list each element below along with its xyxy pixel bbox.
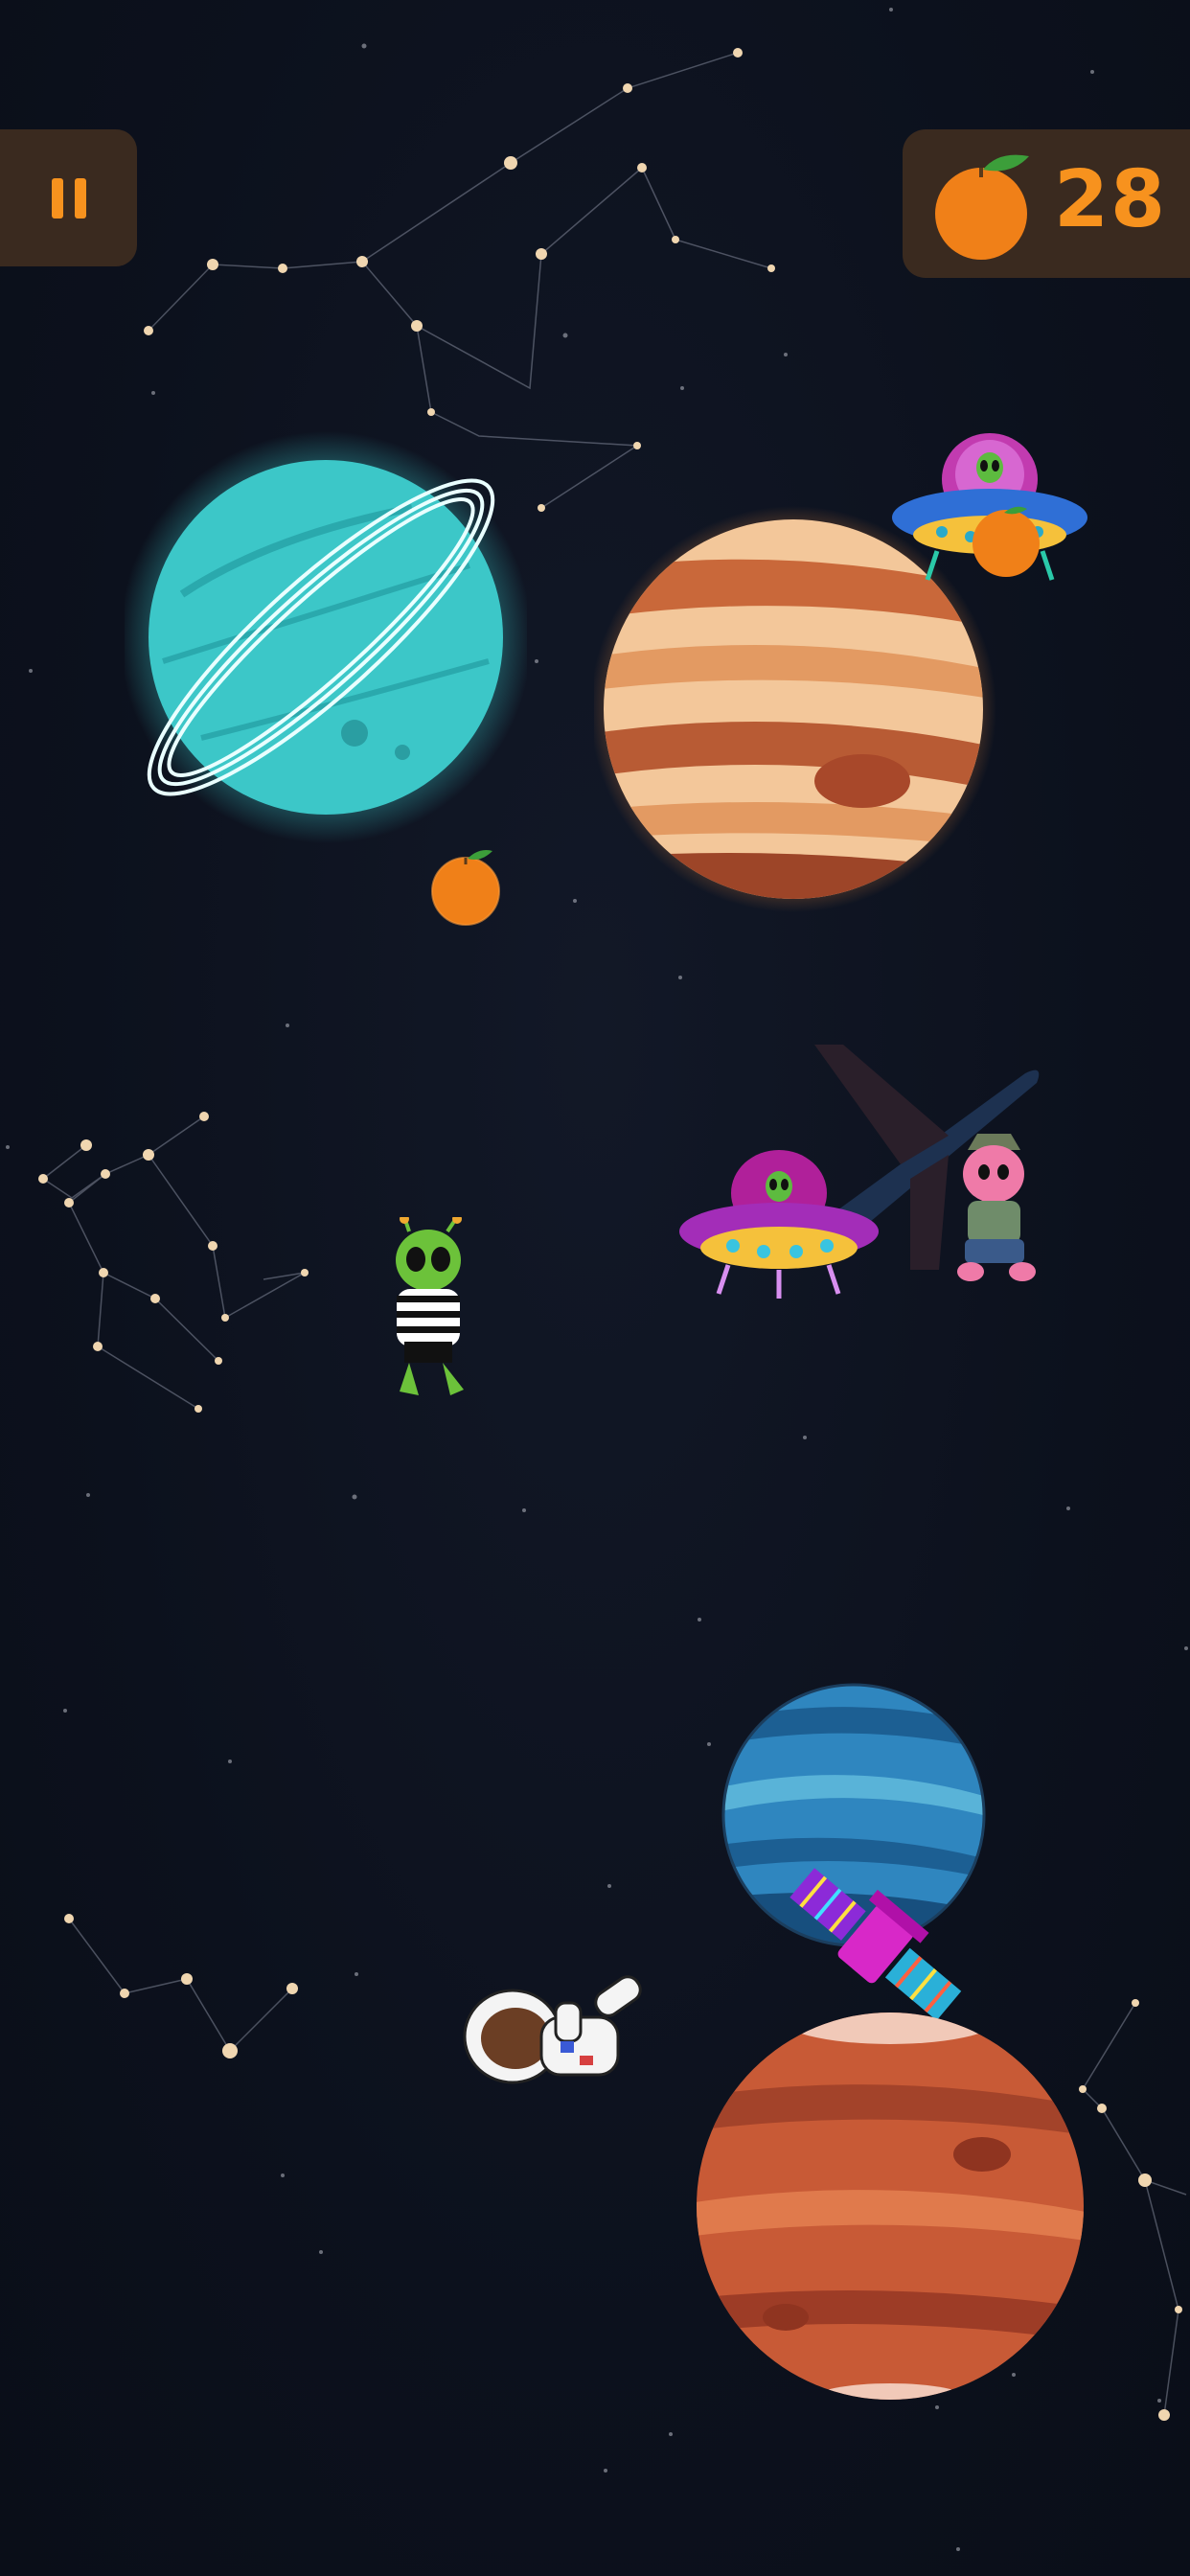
score-value: 28 xyxy=(1054,154,1168,245)
green-alien-striped-shirt xyxy=(396,1217,464,1395)
pause-button[interactable] xyxy=(0,129,137,266)
purple-ufo-with-alien xyxy=(679,1150,879,1299)
orange-fruit-icon xyxy=(935,154,1029,260)
red-mars-planet xyxy=(697,2012,1084,2400)
pink-alien-with-hat xyxy=(957,1134,1036,1281)
orange-pickup[interactable] xyxy=(968,503,1044,580)
score-counter: 28 xyxy=(903,129,1190,278)
ringed-cyan-planet xyxy=(125,431,527,843)
pause-icon xyxy=(51,177,86,218)
orange-pickup[interactable] xyxy=(429,841,504,928)
floating-astronaut xyxy=(463,1975,642,2084)
